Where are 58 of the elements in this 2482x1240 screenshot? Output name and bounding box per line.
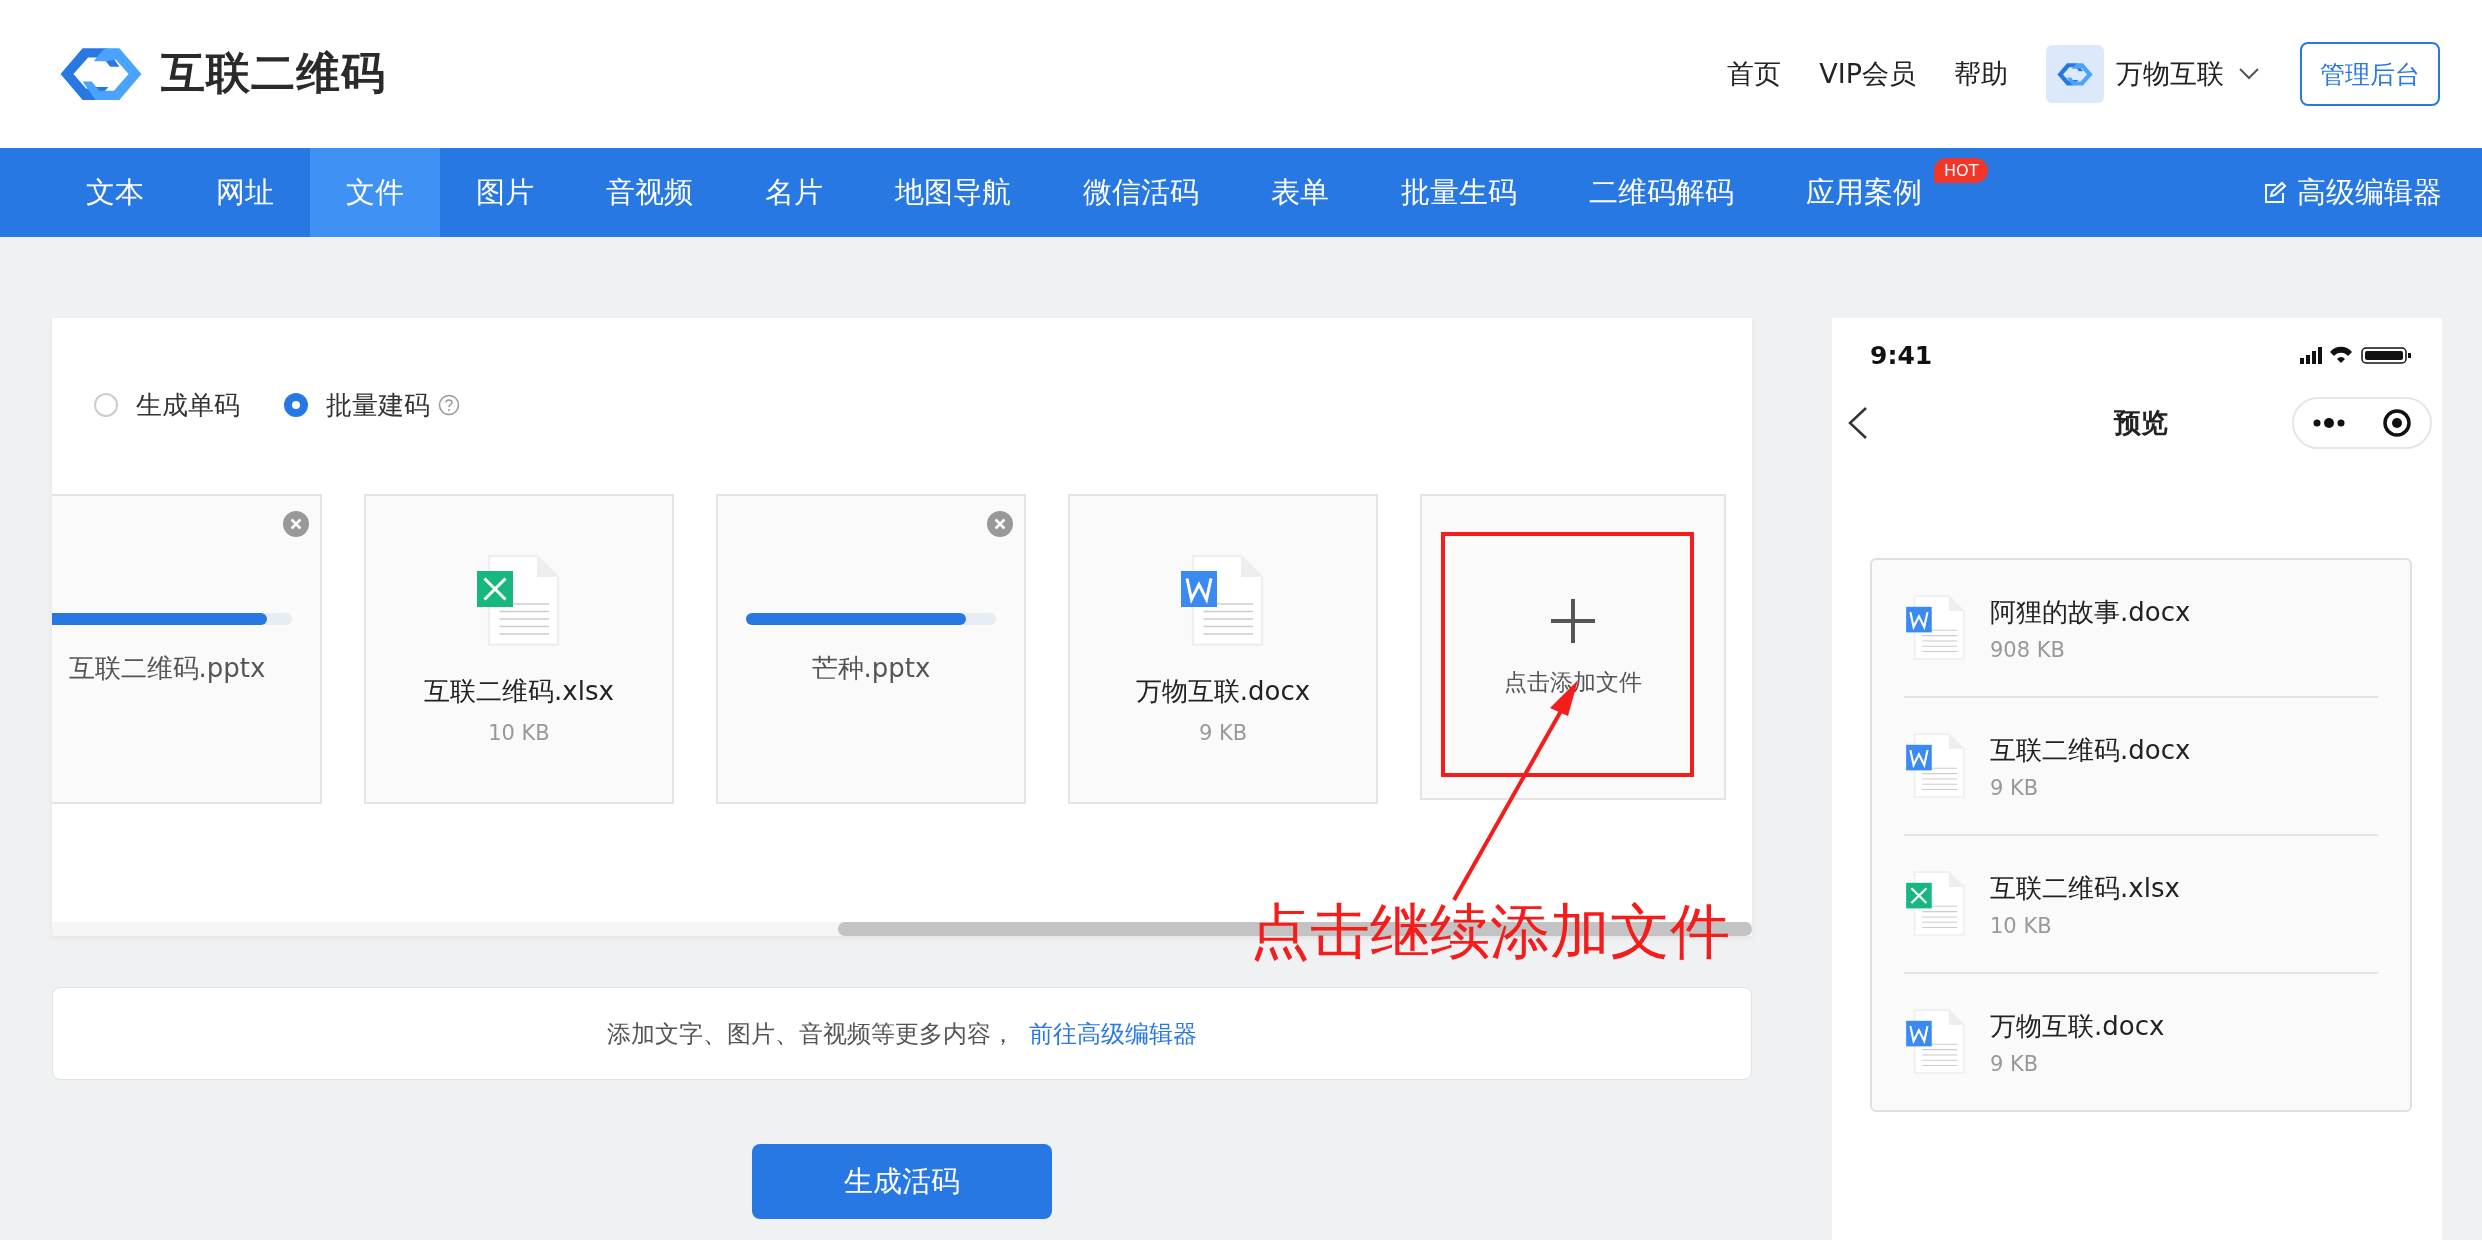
preview-title: 预览 — [2112, 406, 2169, 440]
logo-text: 互联二维码 — [161, 46, 386, 101]
file-size: 10 KB — [488, 720, 550, 745]
file-name: 互联二维码.xlsx — [1990, 871, 2180, 905]
category-tab[interactable]: 二维码解码 — [1553, 148, 1770, 237]
more-icon[interactable] — [2312, 417, 2346, 429]
file-name: 互联二维码.xlsx — [424, 674, 614, 708]
document-file-icon — [1904, 732, 1968, 800]
radio-button[interactable] — [284, 393, 308, 417]
spreadsheet-file-icon — [1904, 870, 1968, 938]
file-size: 10 KB — [1990, 913, 2053, 938]
account-name[interactable]: 万物互联 — [2116, 56, 2224, 92]
file-name: 万物互联.docx — [1135, 674, 1311, 708]
account-avatar[interactable] — [2046, 45, 2104, 103]
help-icon[interactable] — [438, 394, 460, 416]
annotation-text: 点击继续添加文件 — [1250, 895, 1730, 968]
category-tab[interactable]: 网址 — [180, 148, 310, 237]
category-tab[interactable]: 微信活码 — [1047, 148, 1235, 237]
category-tab[interactable]: 文件 — [310, 148, 440, 237]
capsule-menu[interactable] — [2292, 397, 2432, 449]
category-tab[interactable]: 批量生码 — [1365, 148, 1553, 237]
header-link[interactable]: VIP会员 — [1819, 56, 1916, 92]
radio-label: 生成单码 — [136, 388, 240, 422]
header-link[interactable]: 首页 — [1727, 56, 1782, 92]
advanced-editor-link[interactable]: 前往高级编辑器 — [1029, 1017, 1197, 1050]
radio-button[interactable] — [94, 393, 118, 417]
info-text: 添加文字、图片、音视频等更多内容， — [607, 1018, 1015, 1050]
category-tab[interactable]: 表单 — [1235, 148, 1365, 237]
category-tab[interactable]: 名片 — [729, 148, 859, 237]
add-file-tile[interactable]: 点击添加文件 — [1420, 494, 1726, 800]
hot-badge: HOT — [1934, 158, 1989, 183]
file-name: 互联二维码.pptx — [68, 651, 266, 685]
file-name: 互联二维码.docx — [1990, 733, 2191, 767]
radio-label: 批量建码 — [326, 388, 430, 422]
file-size: 9 KB — [1990, 1051, 2040, 1076]
category-tab[interactable]: 图片 — [440, 148, 570, 237]
status-time: 9:41 — [1870, 340, 1933, 370]
close-icon[interactable] — [282, 510, 310, 538]
close-icon[interactable] — [986, 510, 1014, 538]
category-tab[interactable]: 音视频 — [570, 148, 729, 237]
file-size: 9 KB — [1198, 720, 1248, 745]
chevron-down-icon[interactable] — [2238, 67, 2260, 81]
target-icon[interactable] — [2382, 408, 2412, 438]
edit-icon — [2263, 180, 2287, 205]
file-name: 万物互联.docx — [1990, 1009, 2165, 1043]
document-file-icon — [1904, 1008, 1968, 1076]
file-name: 阿狸的故事.docx — [1990, 595, 2191, 629]
generate-button[interactable]: 生成活码 — [752, 1144, 1052, 1219]
category-tab[interactable]: 文本 — [50, 148, 180, 237]
document-file-icon — [1904, 594, 1968, 662]
header-link[interactable]: 帮助 — [1954, 56, 2008, 92]
editor-link[interactable]: 高级编辑器 — [2263, 148, 2442, 237]
file-name: 芒种.pptx — [811, 651, 931, 685]
file-size: 9 KB — [1990, 775, 2040, 800]
plus-icon — [1549, 596, 1597, 645]
file-size: 908 KB — [1990, 637, 2066, 662]
category-tab[interactable]: 地图导航 — [859, 148, 1047, 237]
admin-button[interactable]: 管理后台 — [2300, 42, 2440, 106]
